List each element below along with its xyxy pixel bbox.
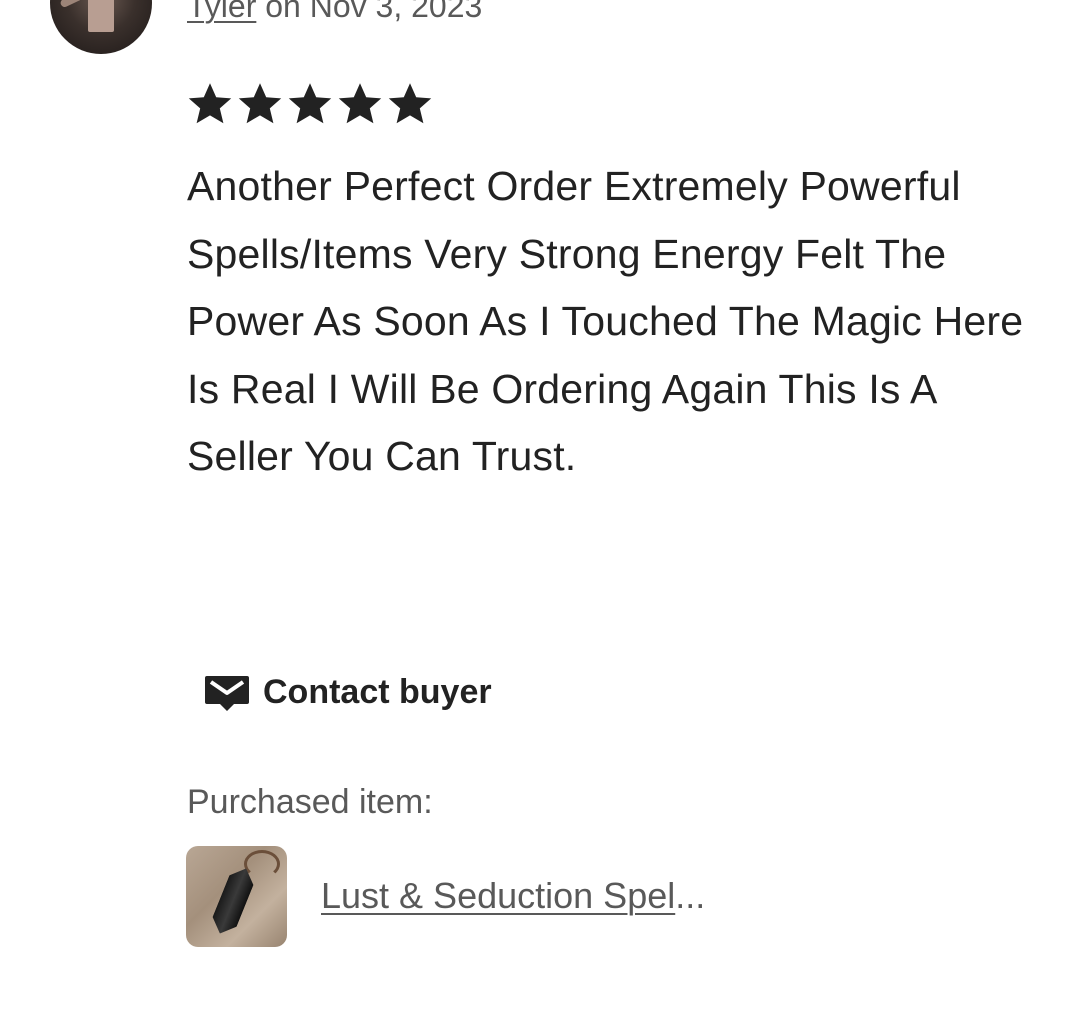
star-icon: [188, 83, 232, 124]
review-text: Another Perfect Order Extremely Powerful…: [187, 163, 1024, 479]
reviewer-name-link[interactable]: Tyler: [187, 0, 256, 24]
star-rating: [186, 80, 434, 128]
star-icon: [238, 83, 282, 124]
reviewer-avatar[interactable]: [50, 0, 152, 54]
review-date: on Nov 3, 2023: [256, 0, 483, 24]
purchased-item-title: Lust & Seduction Spel: [321, 875, 676, 916]
thumbnail-cord: [244, 850, 280, 878]
purchased-item-ellipsis: ...: [675, 875, 706, 916]
review-header: Tyler on Nov 3, 2023: [187, 0, 482, 26]
contact-buyer-button[interactable]: Contact buyer: [205, 670, 492, 714]
purchased-item-label: Purchased item:: [187, 783, 433, 821]
mail-icon: [205, 676, 249, 711]
avatar-photo-figure: [88, 0, 114, 32]
star-icon: [288, 83, 332, 124]
star-icon: [338, 83, 382, 124]
star-icon: [388, 83, 432, 124]
purchased-item-thumbnail[interactable]: [186, 846, 287, 947]
contact-buyer-label: Contact buyer: [263, 673, 492, 711]
avatar-photo-detail: [59, 0, 83, 9]
purchased-item-link[interactable]: Lust & Seduction Spel...: [321, 874, 705, 918]
